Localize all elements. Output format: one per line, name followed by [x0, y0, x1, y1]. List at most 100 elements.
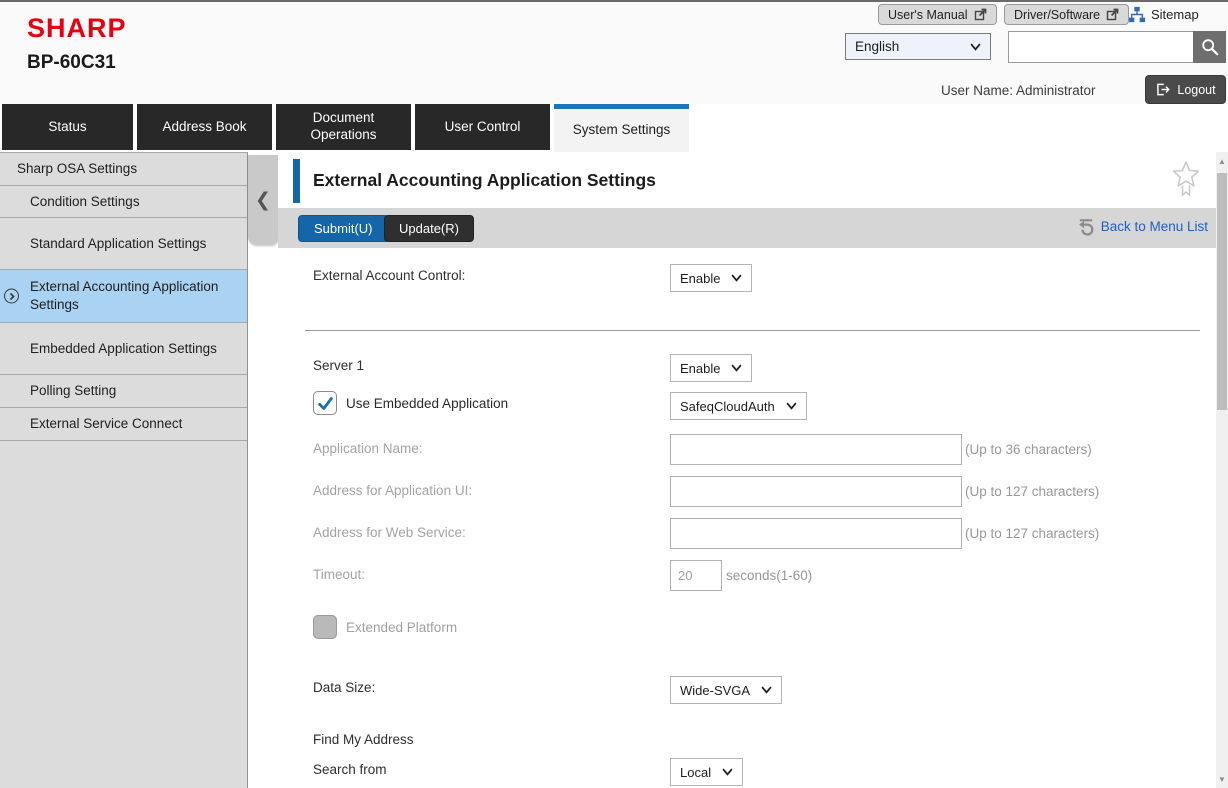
address-for-application-ui-hint: (Up to 127 characters): [965, 484, 1099, 499]
application-name-label: Application Name:: [313, 441, 423, 456]
address-for-application-ui-input[interactable]: [670, 476, 962, 507]
use-embedded-application-label: Use Embedded Application: [346, 396, 508, 411]
tab-label: System Settings: [573, 122, 671, 139]
model-name: BP-60C31: [27, 52, 116, 74]
tab-label: Document Operations: [289, 110, 399, 144]
driver-software-label: Driver/Software: [1014, 8, 1100, 22]
timeout-input[interactable]: [670, 560, 722, 591]
sidebar: Sharp OSA Settings Condition Settings St…: [0, 152, 248, 788]
chevron-down-icon: [786, 402, 797, 410]
scrollbar-down-arrow[interactable]: ▼: [1216, 772, 1228, 786]
select-value: Enable: [680, 271, 720, 286]
tab-user-control[interactable]: User Control: [415, 104, 550, 150]
embedded-application-select[interactable]: SafeqCloudAuth: [670, 392, 807, 420]
data-size-label: Data Size:: [313, 680, 375, 695]
application-name-hint: (Up to 36 characters): [965, 442, 1092, 457]
back-to-menu-label: Back to Menu List: [1101, 219, 1208, 234]
sidebar-item-embedded-application-settings[interactable]: Embedded Application Settings: [0, 323, 247, 375]
sidebar-item-label: Polling Setting: [30, 382, 116, 400]
toolbar: Submit(U) Update(R) Back to Menu List: [278, 208, 1216, 248]
timeout-label: Timeout:: [313, 567, 365, 582]
tab-system-settings[interactable]: System Settings: [554, 104, 689, 152]
sidebar-item-label: Condition Settings: [30, 193, 140, 211]
search-from-label: Search from: [313, 762, 387, 777]
sitemap-icon: [1128, 6, 1146, 23]
scrollbar-thumb[interactable]: [1217, 173, 1227, 410]
address-for-web-service-input[interactable]: [670, 518, 962, 549]
data-size-select[interactable]: Wide-SVGA: [670, 676, 782, 704]
section-divider: [305, 330, 1200, 331]
row-use-embedded-application: Use Embedded Application SafeqCloudAuth: [278, 390, 1216, 420]
extended-platform-label: Extended Platform: [346, 620, 457, 635]
row-find-my-address: Find My Address: [278, 730, 1216, 752]
row-application-name: Application Name: (Up to 36 characters): [278, 432, 1216, 466]
use-embedded-application-checkbox[interactable]: [313, 391, 337, 415]
sidebar-item-sharp-osa-settings[interactable]: Sharp OSA Settings: [0, 153, 247, 186]
sidebar-item-label: Embedded Application Settings: [30, 340, 217, 358]
language-select[interactable]: English: [845, 33, 991, 60]
users-manual-label: User's Manual: [888, 8, 968, 22]
selected-item-arrow-icon: [4, 289, 19, 304]
external-link-icon: [974, 8, 987, 21]
search-button[interactable]: [1193, 31, 1226, 63]
sidebar-item-label: Standard Application Settings: [30, 235, 206, 253]
tab-status[interactable]: Status: [2, 104, 133, 150]
vertical-scrollbar[interactable]: ▲ ▼: [1216, 152, 1228, 788]
row-timeout: Timeout: seconds(1-60): [278, 558, 1216, 592]
address-for-web-service-label: Address for Web Service:: [313, 525, 466, 540]
scrollbar-up-arrow[interactable]: ▲: [1216, 154, 1228, 168]
chevron-down-icon: [722, 768, 733, 776]
select-value: Enable: [680, 361, 720, 376]
update-button[interactable]: Update(R): [384, 215, 474, 242]
tab-bar: Status Address Book Document Operations …: [0, 104, 1228, 152]
tab-label: Address Book: [162, 119, 246, 136]
submit-button[interactable]: Submit(U): [298, 215, 389, 242]
chevron-down-icon: [731, 274, 742, 282]
user-name-label: User Name: Administrator: [941, 83, 1096, 98]
sidebar-collapse-button[interactable]: ❮: [248, 155, 278, 245]
search-input[interactable]: [1008, 31, 1193, 63]
chevron-down-icon: [970, 43, 981, 51]
tab-document-operations[interactable]: Document Operations: [276, 104, 411, 150]
sidebar-item-label: External Accounting Application Settings: [30, 278, 239, 313]
row-external-account-control: External Account Control: Enable: [278, 262, 1216, 292]
address-for-web-service-hint: (Up to 127 characters): [965, 526, 1099, 541]
driver-software-button[interactable]: Driver/Software: [1004, 4, 1129, 25]
row-address-for-application-ui: Address for Application UI: (Up to 127 c…: [278, 474, 1216, 508]
sidebar-item-external-service-connect[interactable]: External Service Connect: [0, 408, 247, 441]
server1-label: Server 1: [313, 358, 364, 373]
external-account-control-select[interactable]: Enable: [670, 264, 752, 292]
sidebar-item-condition-settings[interactable]: Condition Settings: [0, 186, 247, 218]
search-icon: [1200, 37, 1220, 57]
check-icon: [317, 396, 334, 411]
sitemap-label: Sitemap: [1151, 7, 1199, 22]
select-value: SafeqCloudAuth: [680, 399, 775, 414]
row-address-for-web-service: Address for Web Service: (Up to 127 char…: [278, 516, 1216, 550]
sidebar-item-label: Sharp OSA Settings: [17, 160, 137, 178]
users-manual-button[interactable]: User's Manual: [878, 4, 997, 25]
back-to-menu-link[interactable]: Back to Menu List: [1076, 217, 1208, 236]
page-title: External Accounting Application Settings: [313, 170, 656, 191]
page: SHARP BP-60C31 User's Manual Driver/Soft…: [0, 0, 1228, 788]
logout-button[interactable]: Logout: [1145, 75, 1226, 104]
sidebar-item-label: External Service Connect: [30, 415, 182, 433]
sidebar-item-standard-application-settings[interactable]: Standard Application Settings: [0, 218, 247, 270]
tab-label: User Control: [445, 119, 521, 136]
external-account-control-label: External Account Control:: [313, 268, 465, 283]
title-accent-bar: [293, 159, 300, 203]
favorite-star-icon[interactable]: [1171, 160, 1201, 198]
tab-address-book[interactable]: Address Book: [137, 104, 272, 150]
sitemap-link[interactable]: Sitemap: [1128, 6, 1199, 23]
application-name-input[interactable]: [670, 434, 962, 465]
server1-select[interactable]: Enable: [670, 354, 752, 382]
sidebar-item-external-accounting-application-settings[interactable]: External Accounting Application Settings: [0, 270, 247, 323]
sharp-logo: SHARP: [27, 13, 127, 44]
row-search-from: Search from Local: [278, 756, 1216, 786]
main-content: External Accounting Application Settings…: [278, 152, 1216, 788]
search-from-select[interactable]: Local: [670, 758, 743, 786]
row-extended-platform: Extended Platform: [278, 614, 1216, 644]
logout-icon: [1155, 82, 1171, 97]
address-for-application-ui-label: Address for Application UI:: [313, 483, 472, 498]
extended-platform-checkbox: [313, 615, 337, 639]
sidebar-item-polling-setting[interactable]: Polling Setting: [0, 375, 247, 408]
